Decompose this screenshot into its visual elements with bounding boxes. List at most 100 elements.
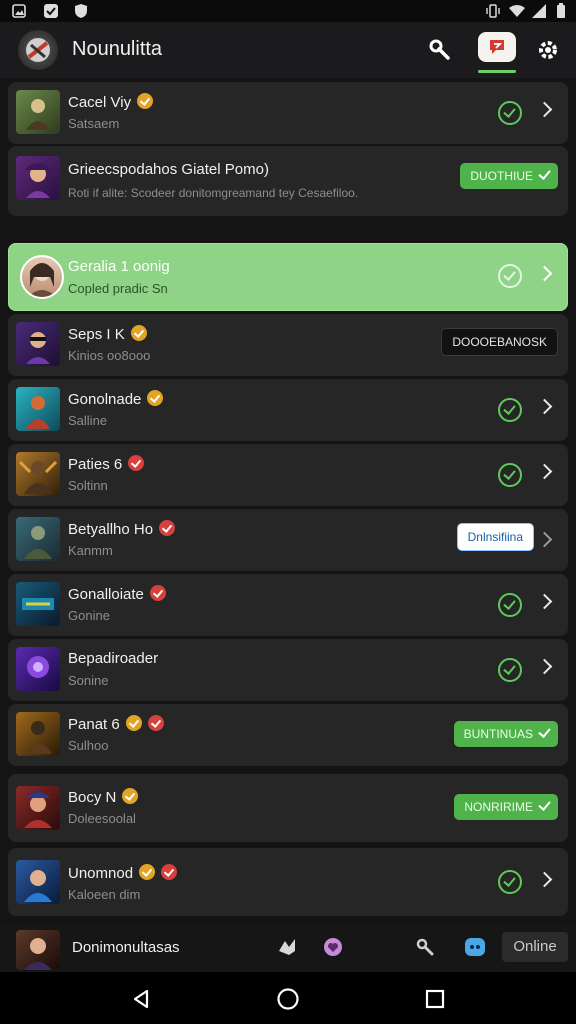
- list-item[interactable]: Bepadiroader Sonine: [8, 639, 568, 701]
- wifi-icon: [508, 2, 526, 20]
- item-name: Panat 6: [68, 715, 164, 733]
- item-status: Sonine: [68, 673, 109, 688]
- verified-badge-icon: [122, 788, 139, 804]
- item-name: Paties 6: [68, 455, 145, 473]
- discord-icon[interactable]: [464, 936, 486, 958]
- item-status: Kaloeen dim: [68, 887, 141, 902]
- home-icon[interactable]: [275, 986, 301, 1012]
- avatar: [16, 452, 60, 496]
- list-item[interactable]: Seps I K Kinios oo8ooo DOOOEBANOSK: [8, 314, 568, 376]
- app-title: Nounulitta: [72, 38, 163, 60]
- alert-badge-icon: [147, 715, 164, 731]
- check-circle-icon[interactable]: [498, 264, 522, 288]
- item-name: Bepadiroader: [68, 650, 159, 667]
- item-status: Kinios oo8ooo: [68, 348, 151, 363]
- status-pill-button[interactable]: DOOOEBANOSK: [441, 328, 558, 356]
- chevron-right-icon[interactable]: [536, 531, 553, 548]
- list-item[interactable]: Cacel Viy Satsaem: [8, 82, 568, 144]
- recents-icon[interactable]: [422, 986, 448, 1012]
- verified-badge-icon: [147, 390, 164, 406]
- chevron-right-icon[interactable]: [536, 463, 553, 480]
- avatar: [16, 90, 60, 134]
- status-bar: [0, 0, 576, 22]
- item-status: Copled pradic Sn: [68, 281, 168, 296]
- alert-badge-icon: [128, 455, 145, 471]
- verified-badge-icon: [130, 325, 147, 341]
- alert-badge-icon: [159, 520, 176, 536]
- item-name: Gonalloiate: [68, 585, 166, 603]
- status-pill-button[interactable]: BUNTINUAS: [453, 721, 558, 747]
- status-pill-button[interactable]: NONRIRIME: [454, 794, 558, 820]
- status-pill-button[interactable]: Dnlnsifiina: [456, 523, 534, 551]
- system-nav-bar: [0, 972, 576, 1024]
- item-name: Cacel Viy: [68, 93, 154, 111]
- check-icon: [538, 167, 551, 180]
- check-circle-icon[interactable]: [498, 101, 522, 125]
- avatar: [20, 255, 64, 299]
- gear-icon[interactable]: [530, 32, 566, 68]
- list-item[interactable]: Grieecspodahos Giatel Pomo) Roti if alit…: [8, 146, 568, 216]
- item-name: Betyallho Ho: [68, 520, 176, 538]
- list-item[interactable]: Betyallho Ho Kanmm Dnlnsifiina: [8, 509, 568, 571]
- heart-icon[interactable]: [322, 936, 344, 958]
- list-item[interactable]: Gonalloiate Gonine: [8, 574, 568, 636]
- alert-badge-icon: [149, 585, 166, 601]
- check-circle-icon[interactable]: [498, 870, 522, 894]
- avatar: [16, 517, 60, 561]
- online-status-button[interactable]: Online: [502, 932, 568, 962]
- chevron-right-icon[interactable]: [536, 593, 553, 610]
- item-status: Doleesoolal: [68, 811, 136, 826]
- list-item-highlighted[interactable]: Geralia 1 oonig Copled pradic Sn: [8, 243, 568, 311]
- chevron-right-icon[interactable]: [536, 871, 553, 888]
- chevron-right-icon[interactable]: [536, 658, 553, 675]
- avatar[interactable]: [16, 930, 60, 970]
- list-item[interactable]: Unomnod Kaloeen dim: [8, 848, 568, 916]
- signal-icon: [530, 2, 548, 20]
- check-circle-icon[interactable]: [498, 593, 522, 617]
- item-status: Sulhoo: [68, 738, 109, 753]
- wrench-icon[interactable]: [414, 936, 436, 958]
- item-name: Bocy N: [68, 788, 139, 806]
- item-status: Soltinn: [68, 478, 108, 493]
- battery-icon: [552, 2, 570, 20]
- gallery-icon: [10, 2, 28, 20]
- avatar: [16, 860, 60, 904]
- avatar: [16, 322, 60, 366]
- chat-icon[interactable]: [478, 32, 516, 62]
- list-item[interactable]: Gonolnade Salline: [8, 379, 568, 441]
- back-icon[interactable]: [128, 986, 154, 1012]
- list-item[interactable]: Bocy N Doleesoolal NONRIRIME: [8, 774, 568, 842]
- item-status: Kanmm: [68, 543, 113, 558]
- avatar: [16, 582, 60, 626]
- active-tab-indicator: [478, 70, 516, 73]
- notification-icon: [42, 2, 60, 20]
- list-item[interactable]: Paties 6 Soltinn: [8, 444, 568, 506]
- item-name: Gonolnade: [68, 390, 164, 408]
- bottom-title: Donimonultasas: [72, 939, 180, 956]
- alert-badge-icon: [161, 864, 178, 880]
- game-icon[interactable]: [276, 936, 298, 958]
- shield-icon: [72, 2, 90, 20]
- verified-badge-icon: [139, 864, 156, 880]
- check-circle-icon[interactable]: [498, 398, 522, 422]
- avatar: [16, 156, 60, 200]
- wrench-icon[interactable]: [422, 32, 458, 68]
- list-item[interactable]: Panat 6 Sulhoo BUNTINUAS: [8, 704, 568, 766]
- item-status: Gonine: [68, 608, 110, 623]
- verified-badge-icon: [125, 715, 142, 731]
- chevron-right-icon[interactable]: [536, 265, 553, 282]
- vibrate-icon: [484, 2, 502, 20]
- item-name: Seps I K: [68, 325, 147, 343]
- verified-badge-icon: [137, 93, 154, 109]
- avatar: [16, 786, 60, 830]
- chevron-right-icon[interactable]: [536, 398, 553, 415]
- status-pill-button[interactable]: DUOTHIUE: [460, 163, 558, 189]
- chevron-right-icon[interactable]: [536, 101, 553, 118]
- app-logo: [18, 30, 58, 70]
- avatar: [16, 387, 60, 431]
- check-circle-icon[interactable]: [498, 658, 522, 682]
- item-name: Unomnod: [68, 864, 178, 882]
- item-status: Salline: [68, 413, 108, 428]
- avatar: [16, 712, 60, 756]
- check-circle-icon[interactable]: [498, 463, 522, 487]
